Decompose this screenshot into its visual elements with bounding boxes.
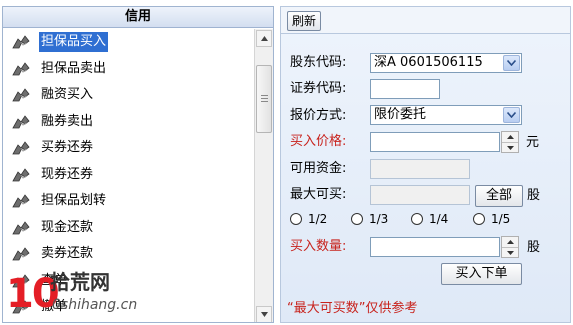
buy-price-input[interactable] (370, 132, 500, 152)
ratio-label: 1/5 (491, 212, 511, 226)
trade-hammer-icon (11, 219, 31, 237)
max-buyable-field (370, 185, 470, 205)
menu-item-label: 担保品买入 (39, 32, 109, 53)
menu-item-label: 卖券还款 (41, 246, 94, 262)
menu-item-label: 买券还券 (41, 140, 94, 156)
radio-circle-icon (351, 213, 363, 225)
scroll-up-button[interactable] (256, 30, 272, 47)
quantity-unit: 股 (527, 240, 541, 255)
menu-item-label: 融资买入 (41, 87, 94, 103)
trade-hammer-icon (11, 166, 31, 184)
chevron-down-icon (260, 312, 268, 317)
trade-hammer-icon (11, 245, 31, 263)
menu-item[interactable]: 现券还券 (3, 162, 255, 189)
ratio-radio[interactable]: 1/5 (473, 212, 510, 226)
order-form-panel: 刷新 股东代码: 深A 0601506115 证券代码: 报价方式: 限价委托 … (280, 6, 571, 323)
quote-method-select[interactable]: 限价委托 (370, 105, 522, 125)
menu-item-label: 担保品卖出 (41, 60, 107, 76)
panel-title: 信用 (3, 7, 273, 28)
menu-item-label: 查单 (41, 272, 68, 288)
radio-circle-icon (473, 213, 485, 225)
reference-note: “最大可买数”仅供参考 (287, 301, 418, 316)
trade-hammer-icon (11, 139, 31, 157)
available-funds-label: 可用资金: (290, 161, 347, 176)
buy-price-stepper[interactable] (501, 131, 519, 153)
menu-item-label: 担保品划转 (41, 193, 107, 209)
trading-window: 信用 担保品买入担保品卖出融资买入融券卖出买券还券现券还券担保品划转现金还款卖券… (0, 0, 573, 325)
chevron-down-icon (507, 112, 516, 118)
security-code-input[interactable] (370, 79, 440, 99)
menu-scrollbar[interactable] (254, 29, 273, 322)
ratio-radio[interactable]: 1/2 (290, 212, 327, 226)
chevron-down-icon (507, 60, 516, 66)
menu-item[interactable]: 查单 (3, 268, 255, 295)
ratio-label: 1/3 (369, 212, 389, 226)
buy-quantity-label: 买入数量: (290, 239, 347, 254)
menu-item-label: 融券卖出 (41, 113, 94, 129)
menu-item-label: 现金还款 (41, 219, 94, 235)
ratio-label: 1/4 (429, 212, 449, 226)
stepper-up-icon[interactable] (502, 132, 518, 142)
price-unit: 元 (526, 135, 540, 150)
trade-hammer-icon (11, 298, 31, 316)
menu-item[interactable]: 融券卖出 (3, 109, 255, 136)
ratio-radio[interactable]: 1/3 (351, 212, 388, 226)
ratio-radio[interactable]: 1/4 (411, 212, 448, 226)
shareholder-code-value: 深A 0601506115 (374, 55, 483, 70)
dropdown-button[interactable] (503, 107, 520, 123)
shareholder-code-label: 股东代码: (290, 55, 347, 70)
toolbar: 刷新 (281, 7, 570, 34)
share-unit: 股 (527, 188, 541, 203)
buy-submit-button[interactable]: 买入下单 (441, 263, 522, 285)
scroll-down-button[interactable] (256, 306, 272, 322)
trade-hammer-icon (11, 33, 31, 51)
all-button[interactable]: 全部 (475, 185, 523, 207)
max-buyable-label: 最大可买: (290, 187, 347, 202)
menu-item[interactable]: 融资买入 (3, 82, 255, 109)
buy-price-label: 买入价格: (290, 134, 347, 149)
trade-hammer-icon (11, 60, 31, 78)
refresh-button[interactable]: 刷新 (287, 11, 322, 31)
menu-item[interactable]: 卖券还款 (3, 241, 255, 268)
dropdown-button[interactable] (503, 55, 520, 71)
menu-item[interactable]: 买券还券 (3, 135, 255, 162)
ratio-label: 1/2 (308, 212, 328, 226)
trade-hammer-icon (11, 113, 31, 131)
stepper-down-icon[interactable] (502, 247, 518, 257)
security-code-label: 证券代码: (290, 81, 347, 96)
shareholder-code-select[interactable]: 深A 0601506115 (370, 53, 522, 73)
menu-list: 担保品买入担保品卖出融资买入融券卖出买券还券现券还券担保品划转现金还款卖券还款查… (3, 29, 255, 322)
available-funds-field (370, 159, 470, 179)
credit-menu-panel: 信用 担保品买入担保品卖出融资买入融券卖出买券还券现券还券担保品划转现金还款卖券… (2, 6, 274, 323)
buy-quantity-stepper[interactable] (501, 236, 519, 258)
trade-hammer-icon (11, 192, 31, 210)
menu-item[interactable]: 现金还款 (3, 215, 255, 242)
quote-method-value: 限价委托 (374, 107, 427, 122)
menu-item[interactable]: 担保品买入 (3, 29, 255, 56)
trade-hammer-icon (11, 272, 31, 290)
stepper-down-icon[interactable] (502, 142, 518, 152)
radio-circle-icon (411, 213, 423, 225)
trade-hammer-icon (11, 86, 31, 104)
menu-item[interactable]: 撤单 (3, 294, 255, 321)
menu-item-label: 现券还券 (41, 166, 94, 182)
scroll-thumb[interactable] (256, 65, 272, 133)
buy-quantity-input[interactable] (370, 237, 500, 257)
menu-item-label: 撤单 (41, 299, 68, 315)
radio-circle-icon (290, 213, 302, 225)
menu-item[interactable]: 担保品划转 (3, 188, 255, 215)
stepper-up-icon[interactable] (502, 237, 518, 247)
quote-method-label: 报价方式: (290, 108, 347, 123)
menu-item[interactable]: 担保品卖出 (3, 56, 255, 83)
chevron-up-icon (260, 36, 268, 41)
